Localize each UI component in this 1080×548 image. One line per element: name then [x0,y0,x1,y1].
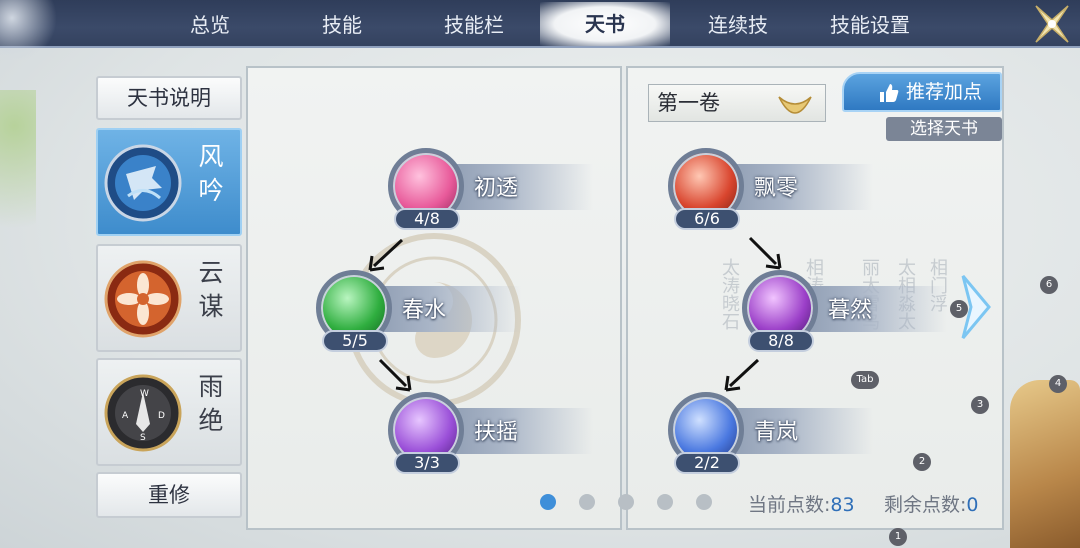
skill-level-badge: 8/8 [748,330,814,352]
skill-level-badge: 4/8 [394,208,460,230]
skill-node[interactable]: 飘零 6/6 [668,148,878,238]
recommend-points-button[interactable]: 推荐加点 [842,72,1002,112]
tab-skill-settings[interactable]: 技能设置 [818,8,922,42]
plant-decoration [0,90,36,270]
book-name: 雨绝 [198,372,224,435]
skill-node[interactable]: 春水 5/5 [316,270,526,360]
skill-node[interactable]: 暮然 8/8 [742,270,952,360]
tab-key-hint: Tab [851,371,879,389]
skill-name: 春水 [402,298,447,323]
book-fengyin[interactable]: 风吟 [96,128,242,236]
reset-button[interactable]: 重修 [96,472,242,518]
page-dot[interactable] [618,494,634,510]
skill-name: 初透 [474,176,519,201]
skill-node[interactable]: 扶摇 3/3 [388,392,598,482]
remaining-points: 剩余点数:0 [884,494,979,516]
thumbs-up-icon [880,84,899,102]
arrow-icon [724,358,760,392]
book-yunmou[interactable]: 云谋 [96,244,242,352]
arrow-icon [368,238,404,272]
skill-level-badge: 6/6 [674,208,740,230]
yujue-emblem-icon: W A D S [104,374,182,452]
close-icon[interactable] [1030,2,1074,46]
skill-level-badge: 2/2 [674,452,740,474]
scroll-decoration [1010,380,1080,548]
arrow-icon [748,236,782,270]
skill-name: 暮然 [828,298,873,323]
marker-badge: 5 [950,300,968,318]
skill-name: 青岚 [754,420,799,445]
fengyin-emblem-icon [104,144,182,222]
skill-node[interactable]: 初透 4/8 [388,148,598,238]
arrow-icon [378,358,412,392]
marker-badge: 6 [1040,276,1058,294]
skill-level-badge: 3/3 [394,452,460,474]
book-name: 云谋 [198,258,224,321]
current-points-value: 83 [830,494,855,516]
tab-overview[interactable]: 总览 [168,8,252,42]
book-yujue[interactable]: W A D S 雨绝 [96,358,242,466]
choose-tianshu-button[interactable]: 选择天书 [886,117,1002,141]
svg-text:W: W [140,389,149,399]
remaining-points-value: 0 [966,494,979,516]
book-name: 风吟 [198,142,224,205]
current-points: 当前点数:83 [748,494,855,516]
page-dot[interactable] [696,494,712,510]
skill-name: 飘零 [754,176,799,201]
svg-text:S: S [140,433,146,443]
marker-badge: 3 [971,396,989,414]
marker-badge: 4 [1049,375,1067,393]
page-dot[interactable] [657,494,673,510]
page-dot[interactable] [540,494,556,510]
svg-text:D: D [158,411,165,421]
page-dot[interactable] [579,494,595,510]
marker-badge: 2 [913,453,931,471]
top-tab-bar: 总览 技能 技能栏 天书 连续技 技能设置 [0,0,1080,60]
volume-label: 第一卷 [657,91,720,115]
svg-text:A: A [122,411,129,421]
skill-level-badge: 5/5 [322,330,388,352]
skill-name: 扶摇 [474,420,519,445]
skill-node[interactable]: 青岚 2/2 [668,392,878,482]
tianshu-info-button[interactable]: 天书说明 [96,76,242,120]
tab-combo[interactable]: 连续技 [692,8,784,42]
tab-tianshu[interactable]: 天书 [540,2,670,46]
yunmou-emblem-icon [104,260,182,338]
tab-skill-bar[interactable]: 技能栏 [428,8,520,42]
marker-badge: 1 [889,528,907,546]
volume-selector[interactable]: 第一卷 [648,84,826,122]
recommend-label: 推荐加点 [905,81,982,103]
cloud-decoration [0,0,60,60]
chevron-down-icon [778,96,812,114]
tab-skills[interactable]: 技能 [300,8,384,42]
